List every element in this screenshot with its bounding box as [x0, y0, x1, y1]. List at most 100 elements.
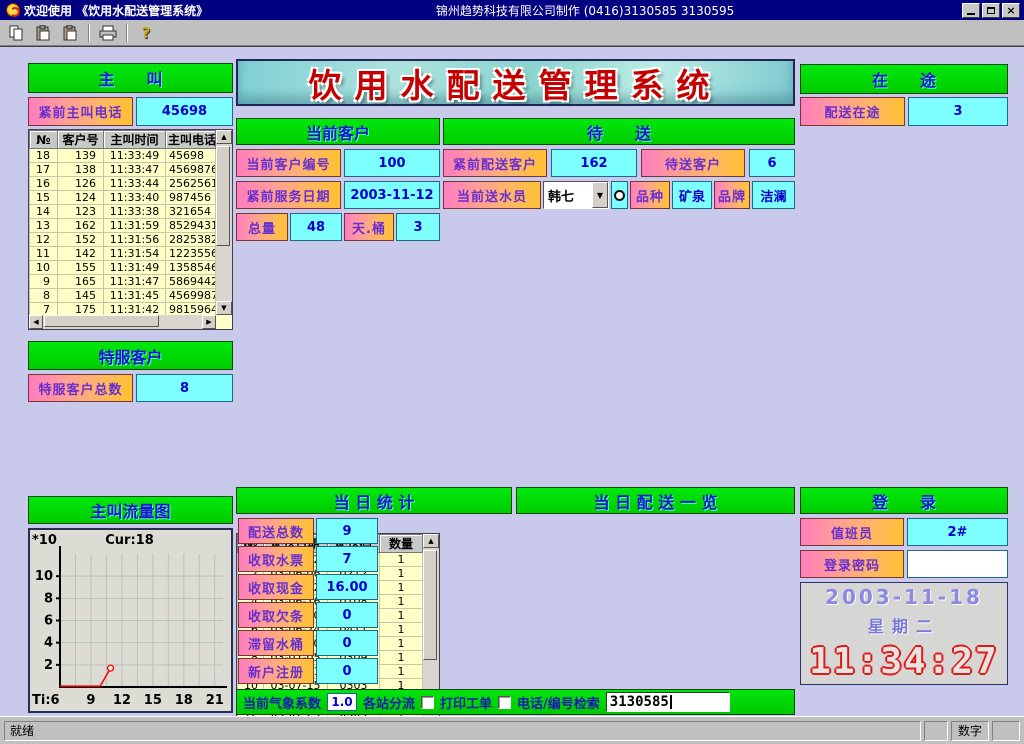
caller-phone-row: 紧前主叫电话 45698	[28, 97, 233, 126]
column-header[interactable]: 客户号	[58, 131, 104, 149]
copy-button[interactable]	[4, 22, 28, 43]
column-header[interactable]: 主叫时间	[104, 131, 166, 149]
restore-button[interactable]	[982, 3, 1000, 18]
text-caret	[670, 695, 672, 709]
datetime-panel: 2003-11-18 星期二 11:34:27	[800, 582, 1008, 685]
table-row[interactable]: 1412311:33:38321654	[30, 205, 216, 219]
scroll-right-button[interactable]: ▶	[202, 315, 216, 329]
flow-chart-header: 主叫流量图	[28, 496, 233, 524]
stat-label: 配送总数	[238, 518, 314, 544]
scroll-up-button[interactable]: ▲	[216, 130, 232, 144]
paste-icon	[35, 25, 51, 41]
table-row[interactable]: 717511:31:429815964	[30, 303, 216, 316]
stat-label: 收取水票	[238, 546, 314, 572]
scroll-up-button[interactable]: ▲	[423, 534, 439, 548]
close-button[interactable]: ×	[1002, 3, 1020, 18]
caller-flow-chart: *10Cur:18108642Ti:6912151821	[30, 530, 229, 709]
operator-row: 值班员 2#	[800, 518, 1008, 546]
password-row: 登录密码	[800, 550, 1008, 578]
svg-text:18: 18	[175, 693, 193, 708]
scrollbar-thumb[interactable]	[44, 315, 159, 327]
service-date-value: 2003-11-12	[344, 181, 440, 209]
table-row[interactable]: 916511:31:475869442	[30, 275, 216, 289]
transit-count-label: 配送在途	[800, 97, 905, 126]
stat-value: 16.00	[316, 574, 378, 600]
kind-value: 矿泉	[672, 181, 712, 209]
copy-icon	[8, 25, 24, 41]
worker-dropdown[interactable]: 韩七 ▼	[543, 181, 609, 209]
window-title-center: 锦州趋势科技有限公司制作 (0416)3130585 3130595	[208, 2, 962, 19]
table-row[interactable]: 814511:31:454569987	[30, 289, 216, 303]
toolbar-separator	[126, 24, 128, 42]
special-count-row: 特服客户总数 8	[28, 374, 233, 402]
transit-count-row: 配送在途 3	[800, 97, 1008, 126]
weather-factor-label: 当前气象系数	[243, 693, 321, 712]
svg-text:2: 2	[44, 658, 53, 673]
customer-id-row: 当前客户编号 100	[236, 149, 440, 177]
scrollbar-thumb[interactable]	[216, 146, 230, 246]
stat-value: 0	[316, 602, 378, 628]
svg-text:Ti:6: Ti:6	[32, 693, 60, 708]
next-delivery-label: 紧前配送客户	[443, 149, 547, 177]
search-label: 电话/编号检索	[517, 693, 600, 712]
scrollbar-thumb[interactable]	[423, 550, 437, 660]
window-title: 欢迎使用 《饮用水配送管理系统》	[24, 2, 208, 19]
service-date-label: 紧前服务日期	[236, 181, 341, 209]
horizontal-scrollbar[interactable]: ◀ ▶	[29, 315, 216, 329]
status-pane	[992, 721, 1020, 741]
scroll-left-button[interactable]: ◀	[29, 315, 43, 329]
banner-title: 饮用水配送管理系统	[309, 59, 723, 107]
column-header[interactable]: 数量	[380, 535, 423, 553]
bottom-control-bar: 当前气象系数 1.0 各站分流 打印工单 电话/编号检索 3130585	[236, 689, 795, 715]
pending-fields-row2: 当前送水员 韩七 ▼ 品种 矿泉 品牌 洁澜	[443, 181, 795, 209]
caller-panel-header: 主 叫	[28, 63, 233, 93]
main-client-area: 主 叫 紧前主叫电话 45698 №客户号主叫时间主叫电话1813911:33:…	[0, 46, 1024, 716]
table-row[interactable]: 1713811:33:474569876	[30, 163, 216, 177]
login-panel-header: 登 录	[800, 487, 1008, 514]
service-date-row: 紧前服务日期 2003-11-12	[236, 181, 440, 209]
stat-label: 收取现金	[238, 574, 314, 600]
transit-panel-header: 在 途	[800, 64, 1008, 94]
column-header[interactable]: 主叫电话	[166, 131, 216, 149]
svg-text:4: 4	[44, 636, 53, 651]
operator-label: 值班员	[800, 518, 904, 546]
brand-value: 洁澜	[752, 181, 795, 209]
minimize-button[interactable]	[962, 3, 980, 18]
print-button[interactable]	[96, 22, 120, 43]
password-input[interactable]	[907, 550, 1008, 578]
svg-text:12: 12	[113, 693, 131, 708]
table-row[interactable]: 1114211:31:541223556	[30, 247, 216, 261]
worker-dropdown-value: 韩七	[544, 186, 592, 205]
station-split-checkbox[interactable]	[421, 696, 434, 709]
special-count-label: 特服客户总数	[28, 374, 133, 402]
weather-factor-input[interactable]: 1.0	[327, 693, 357, 711]
kind-label: 品种	[630, 181, 670, 209]
scroll-down-button[interactable]: ▼	[216, 301, 232, 315]
paste-button[interactable]	[31, 22, 55, 43]
next-delivery-value: 162	[551, 149, 637, 177]
status-pane	[924, 721, 948, 741]
table-row[interactable]: 1813911:33:4945698	[30, 149, 216, 163]
table-row[interactable]: 1215211:31:562825382	[30, 233, 216, 247]
paste-special-button[interactable]	[58, 22, 82, 43]
print-order-checkbox[interactable]	[498, 696, 511, 709]
table-row[interactable]: 1512411:33:40987456	[30, 191, 216, 205]
table-row[interactable]: 1612611:33:442562561	[30, 177, 216, 191]
daily-overview-header: 当 日 配 送 一 览	[516, 487, 795, 514]
days-per-barrel-value: 3	[396, 213, 440, 241]
search-input[interactable]: 3130585	[606, 692, 730, 712]
worker-select-button[interactable]	[611, 181, 628, 209]
pending-count-label: 待送客户	[641, 149, 745, 177]
statusbar: 就绪 数字	[0, 716, 1024, 744]
help-button[interactable]: ?	[134, 22, 158, 43]
total-qty-label: 总量	[236, 213, 288, 241]
pending-fields-row1: 紧前配送客户 162 待送客户 6	[443, 149, 795, 177]
qty-days-row: 总量 48 天.桶 3	[236, 213, 440, 241]
chevron-down-icon[interactable]: ▼	[592, 182, 608, 208]
vertical-scrollbar[interactable]: ▲ ▼	[216, 130, 232, 315]
stat-value: 0	[316, 630, 378, 656]
titlebar: 欢迎使用 《饮用水配送管理系统》 锦州趋势科技有限公司制作 (0416)3130…	[0, 0, 1024, 20]
column-header[interactable]: №	[30, 131, 58, 149]
table-row[interactable]: 1015511:31:491358546	[30, 261, 216, 275]
table-row[interactable]: 1316211:31:598529431	[30, 219, 216, 233]
